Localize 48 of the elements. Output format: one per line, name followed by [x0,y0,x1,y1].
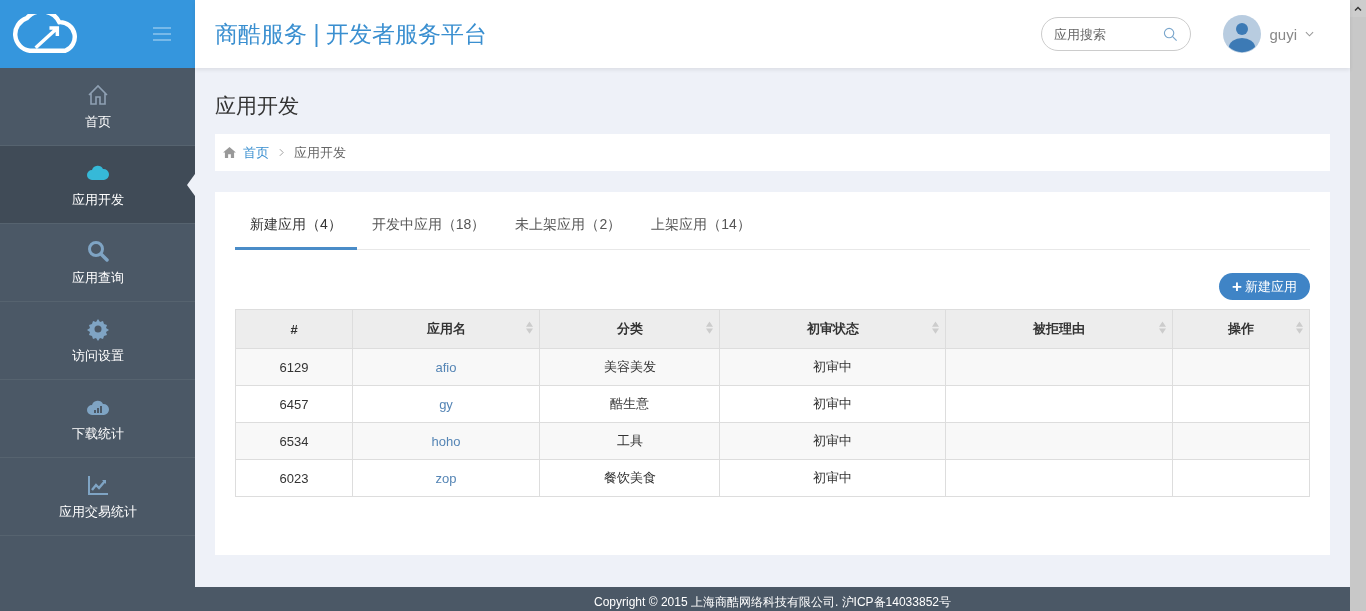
table-cell: 餐饮美食 [539,459,720,497]
table-cell: 6129 [235,348,353,386]
page-title: 应用开发 [215,93,300,119]
breadcrumb-current: 应用开发 [294,143,346,162]
table-cell: 初审中 [719,385,946,423]
table-cell: 初审中 [719,422,946,460]
scroll-up-icon [1354,6,1362,11]
search-icon [1163,27,1179,42]
table-cell: 6457 [235,385,353,423]
table-cell: 酷生意 [539,385,720,423]
tab[interactable]: 未上架应用（2） [500,208,637,250]
caret-icon [1305,31,1314,37]
avatar-icon [1223,15,1262,53]
table-cell: 美容美发 [539,348,720,386]
sort-icon [526,321,533,334]
chevron-right-icon [279,148,284,157]
new-app-button[interactable]: + 新建应用 [1219,273,1310,300]
home-icon [223,147,236,158]
sort-icon [932,321,939,334]
sort-icon [1159,321,1166,334]
table-cell: 初审中 [719,459,946,497]
search-icon [85,238,110,263]
footer-text: Copyright © 2015 上海商酷网络科技有限公司. 沪ICP备14033852号 [195,587,1350,611]
table-cell: 6023 [235,459,353,497]
column-header[interactable]: 操作 [1172,309,1310,349]
site-title: 商酷服务 | 开发者服务平台 [215,19,487,49]
sort-icon [706,321,713,334]
tab[interactable]: 上架应用（14） [636,208,766,250]
app-name-link[interactable]: gy [439,396,453,412]
app-name-link[interactable]: hoho [431,433,461,449]
sort-icon [1296,321,1303,334]
table-cell: 6534 [235,422,353,460]
column-header[interactable]: 被拒理由 [945,309,1173,349]
tab[interactable]: 开发中应用（18） [356,208,501,250]
breadcrumb-link[interactable]: 首页 [243,143,269,162]
column-header[interactable]: 初审状态 [719,309,946,349]
app-name-link[interactable]: afio [435,359,457,375]
menu-icon [153,27,171,41]
table-cell: 初审中 [719,348,946,386]
sidebar-item[interactable]: 应用开发 [0,146,195,224]
table-cell: 工具 [539,422,720,460]
tab[interactable]: 新建应用（4） [235,208,357,250]
column-header[interactable]: 应用名 [352,309,540,349]
user-name[interactable]: guyi [1269,25,1297,43]
search-field[interactable]: 应用搜索 [1041,17,1192,51]
app-name-link[interactable]: zop [435,470,457,486]
column-header[interactable]: 分类 [539,309,720,349]
column-header: # [235,309,353,349]
